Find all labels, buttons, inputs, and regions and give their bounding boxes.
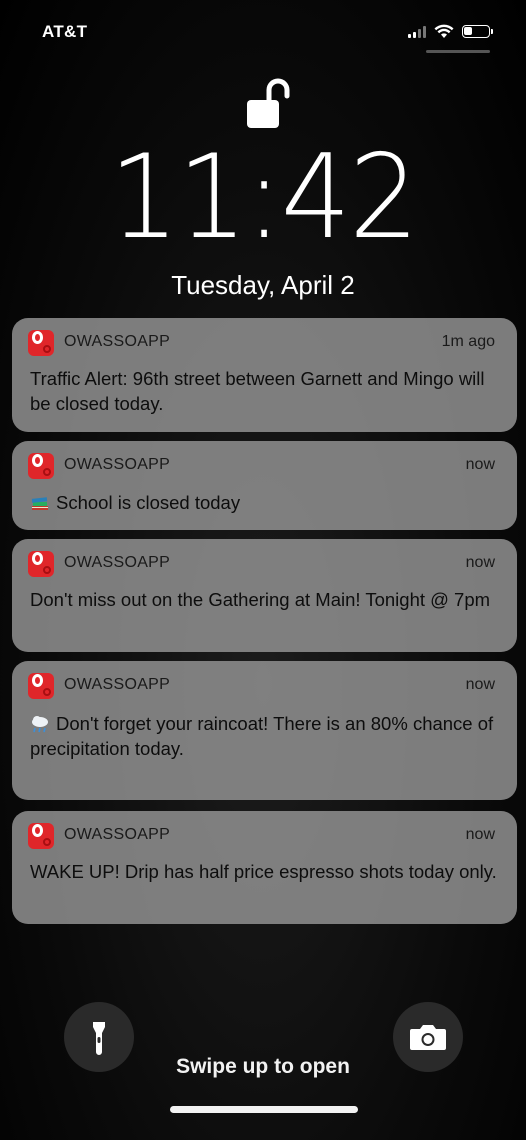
notification-card[interactable]: OWASSOAPP now WAKE UP! Drip has half pri… (12, 811, 517, 924)
notification-card[interactable]: OWASSOAPP now School is closed today (12, 441, 517, 530)
notification-time: now (465, 676, 495, 693)
battery-icon (462, 25, 493, 38)
rain-cloud-emoji-icon (32, 716, 48, 733)
notification-time: 1m ago (441, 333, 495, 350)
notification-body: Don't miss out on the Gathering at Main!… (30, 589, 491, 610)
notification-time: now (465, 826, 495, 843)
notification-body: WAKE UP! Drip has half price espresso sh… (30, 861, 497, 882)
control-center-indicator[interactable] (426, 50, 490, 53)
notification-app-name: OWASSOAPP (64, 826, 171, 843)
owassoapp-icon (28, 673, 54, 699)
notification-body: Don't forget your raincoat! There is an … (30, 713, 494, 759)
notification-card[interactable]: OWASSOAPP now Don't forget your raincoat… (12, 661, 517, 800)
owassoapp-icon (28, 551, 54, 577)
carrier-name: AT&T (42, 22, 88, 41)
home-indicator[interactable] (170, 1106, 358, 1113)
lock-screen-date: Tuesday, April 2 (171, 270, 355, 300)
lock-screen-time: 11:42 (108, 130, 419, 265)
owassoapp-icon (28, 823, 54, 849)
status-icons (408, 24, 493, 39)
notification-app-name: OWASSOAPP (64, 456, 171, 473)
wifi-icon (434, 24, 454, 38)
notification-time: now (465, 554, 495, 571)
books-emoji-icon (31, 497, 48, 510)
notification-app-name: OWASSOAPP (64, 676, 171, 693)
notification-app-name: OWASSOAPP (64, 333, 171, 350)
notification-card[interactable]: OWASSOAPP now Don't miss out on the Gath… (12, 539, 517, 652)
notification-app-name: OWASSOAPP (64, 554, 171, 571)
unlocked-padlock-icon (247, 78, 290, 128)
swipe-up-label: Swipe up to open (176, 1055, 350, 1078)
owassoapp-icon (28, 453, 54, 479)
notification-body: School is closed today (30, 490, 497, 515)
status-bar: AT&T (0, 0, 526, 60)
notification-body: Traffic Alert: 96th street between Garne… (30, 368, 485, 414)
cellular-signal-icon (408, 25, 426, 38)
owassoapp-icon (28, 330, 54, 356)
notification-time: now (465, 456, 495, 473)
notification-card[interactable]: OWASSOAPP 1m ago Traffic Alert: 96th str… (12, 318, 517, 432)
